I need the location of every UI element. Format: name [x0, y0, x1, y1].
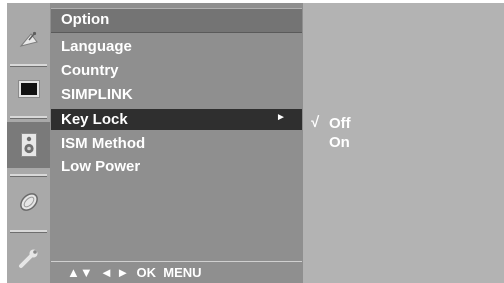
menu-item-label: Language — [61, 38, 132, 55]
menu-item-low-power[interactable]: Low Power — [51, 156, 302, 177]
menu-item-key-lock[interactable]: Key Lock ► — [51, 109, 302, 130]
menu-item-label: Key Lock — [61, 111, 128, 128]
submenu-option-on[interactable]: On — [329, 134, 350, 151]
menu-item-language[interactable]: Language — [51, 36, 302, 57]
icon-separator — [10, 230, 47, 233]
clock-icon — [19, 193, 38, 211]
menu-title-bar: Option — [51, 8, 302, 33]
icon-separator — [10, 64, 47, 67]
option-menu: Option Language Country SIMPLINK Key Loc… — [51, 3, 302, 283]
screen-icon — [17, 80, 40, 98]
selected-check-icon: √ — [311, 114, 320, 131]
navigation-hint-bar: ▲▼ ◄ ► OK MENU — [67, 265, 202, 280]
submenu-arrow-icon: ► — [276, 112, 286, 123]
menu-title: Option — [61, 11, 110, 28]
menu-item-label: Low Power — [61, 158, 141, 175]
tab-audio[interactable] — [7, 122, 50, 168]
tab-picture[interactable] — [7, 69, 50, 109]
submenu-option-off[interactable]: Off — [329, 115, 351, 132]
wrench-icon — [18, 249, 37, 268]
satellite-dish-icon — [19, 31, 38, 47]
key-lock-submenu: √ Off On — [303, 3, 504, 283]
menu-item-ism-method[interactable]: ISM Method — [51, 133, 302, 154]
menu-item-label: Country — [61, 62, 119, 79]
menu-item-country[interactable]: Country — [51, 60, 302, 81]
tab-option[interactable] — [7, 236, 50, 280]
hint-divider — [51, 261, 302, 262]
speaker-icon — [20, 133, 37, 157]
tab-channel[interactable] — [7, 21, 50, 59]
menu-item-label: ISM Method — [61, 135, 146, 152]
icon-separator — [10, 174, 47, 177]
menu-item-simplink[interactable]: SIMPLINK — [51, 84, 302, 105]
icon-separator — [10, 116, 47, 119]
tab-time[interactable] — [7, 180, 50, 224]
menu-item-label: SIMPLINK — [61, 86, 133, 103]
category-icon-bar — [7, 3, 50, 283]
